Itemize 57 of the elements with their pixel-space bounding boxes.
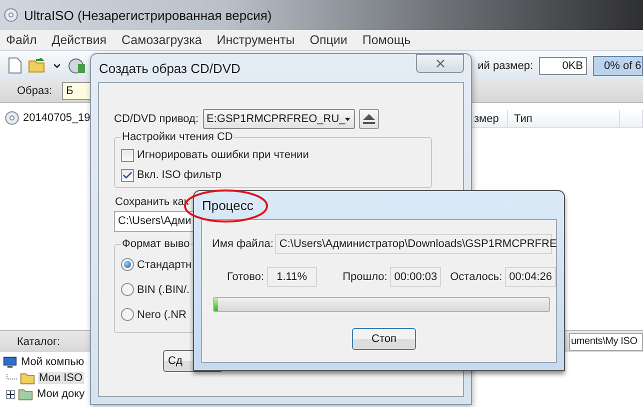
close-button[interactable] [416,54,464,73]
size-field: 0KB [539,56,587,74]
catalog-label: Каталог: [17,336,60,348]
done-label: Готово: [227,271,264,283]
tree-item[interactable]: Мои ISO [38,372,84,384]
file-item[interactable]: 20140705_19 [23,112,90,124]
file-name-label: Имя файла: [212,238,274,250]
expand-icon[interactable] [6,390,15,398]
group-title: Формат выво [121,238,191,250]
image-label: Образ: [17,85,52,97]
column-header[interactable]: Тип [508,110,620,127]
drive-dropdown[interactable]: E:GSP1RMCPRFREO_RU_ [202,109,355,129]
elapsed-field: 00:00:03 [390,267,442,287]
dialog-title: Процесс [201,198,254,212]
menu-item[interactable]: Файл [6,33,37,47]
remaining-label: Осталось: [450,271,502,283]
image-field[interactable]: Б [62,82,92,100]
radio-button[interactable] [121,283,134,296]
size-label: ий размер: [478,60,533,72]
menu-item[interactable]: Инструменты [216,33,295,47]
tree-item[interactable]: Мой компью [20,356,86,368]
checkbox-label: Вкл. ISO фильтр [137,169,222,181]
drive-label: CD/DVD привод: [114,113,199,125]
menu-item[interactable]: Помощь [362,33,411,47]
capacity-bar: 0% of 6 [593,56,643,76]
path-field[interactable]: uments\My ISO [569,332,643,350]
checkbox[interactable] [121,148,134,162]
menu-item[interactable]: Действия [52,33,107,47]
folder-icon [18,387,33,401]
tree-item[interactable]: Мои доку [36,388,86,400]
computer-icon [3,356,17,368]
eject-icon [362,114,375,124]
radio-button[interactable] [121,258,134,271]
new-file-icon[interactable] [8,57,22,74]
menu-item[interactable]: Опции [310,33,348,47]
open-folder-icon[interactable] [28,58,46,73]
disc-icon [4,8,18,22]
radio-label: Стандартн [137,258,192,270]
disc-save-icon[interactable] [68,58,86,74]
radio-label: BIN (.BIN/. [137,284,190,296]
radio-label: Nero (.NR [137,308,187,320]
radio-button[interactable] [121,308,134,321]
done-field: 1.11% [267,267,317,287]
eject-button[interactable] [358,109,379,129]
group-title: Настройки чтения CD [121,131,234,143]
checkbox[interactable] [121,168,134,182]
stop-button[interactable]: Стоп [352,328,416,350]
remaining-field: 00:04:26 [505,267,556,287]
checkbox-label: Игнорировать ошибки при чтении [137,149,309,161]
disc-icon [5,111,19,125]
folder-icon [20,371,35,385]
menu-item[interactable]: Самозагрузка [122,33,202,47]
dialog-title: Создать образ CD/DVD [98,60,240,76]
elapsed-label: Прошло: [342,271,388,283]
caret-icon [345,116,351,122]
close-icon [434,57,446,70]
window-title: UltraISO (Незарегистрированная версия) [24,8,272,22]
